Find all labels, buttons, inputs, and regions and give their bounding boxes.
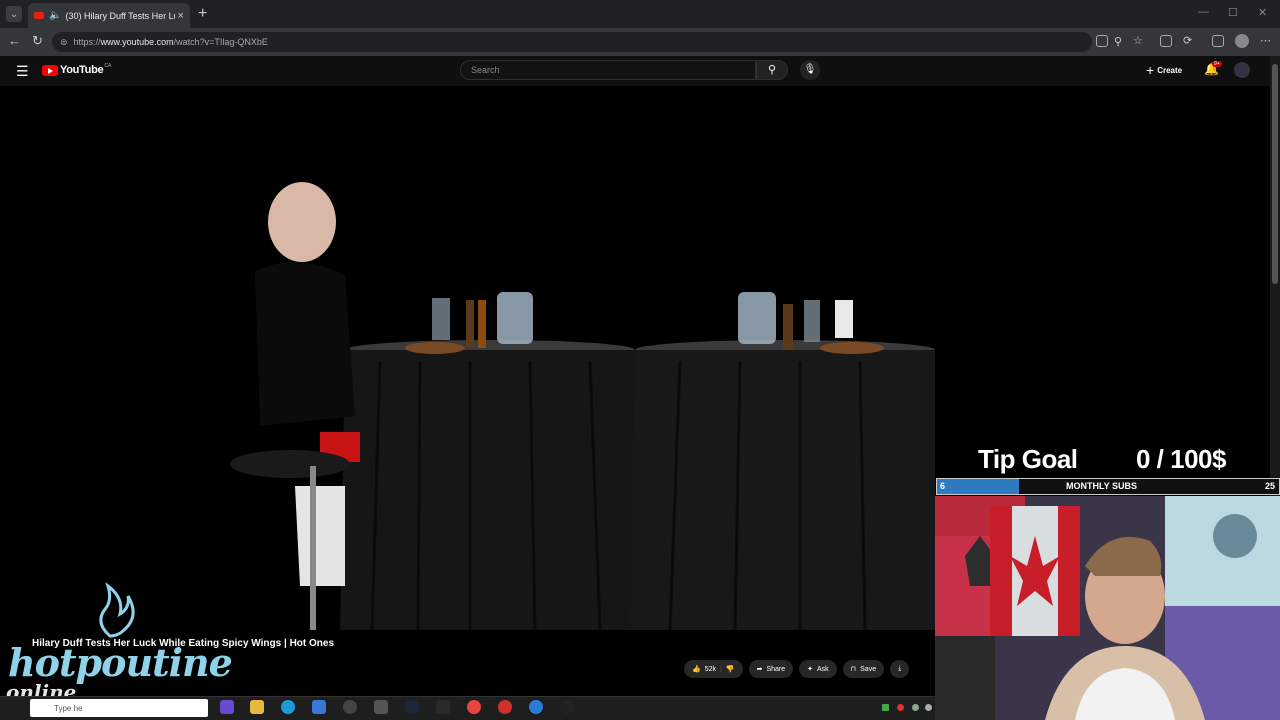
share-button[interactable]: ➦ Share	[748, 660, 794, 678]
obs-icon[interactable]	[343, 700, 357, 714]
like-button[interactable]: 👍 52k | 👎	[684, 660, 743, 678]
scrollbar-thumb[interactable]	[1272, 64, 1278, 284]
app-icon-blue-round[interactable]	[529, 700, 543, 714]
video-player[interactable]	[0, 86, 935, 630]
zoom-icon[interactable]: ⚲	[1114, 35, 1122, 48]
brand-flame-icon	[90, 582, 136, 643]
app-icon-dark[interactable]	[436, 700, 450, 714]
tab-menu-button[interactable]: ⌄	[6, 6, 22, 22]
new-tab-button[interactable]: +	[198, 5, 207, 23]
subs-current: 6	[940, 481, 946, 491]
tip-goal-label: Tip Goal	[978, 444, 1078, 474]
account-avatar[interactable]	[1234, 62, 1250, 78]
voice-search-button[interactable]: 🎙	[800, 60, 820, 80]
chrome-icon[interactable]	[467, 700, 481, 714]
webcam-feed	[935, 496, 1280, 720]
monthly-subs-progress-fill	[937, 479, 1019, 494]
tab-close-icon[interactable]: ×	[177, 10, 183, 22]
app-icon-red[interactable]	[498, 700, 512, 714]
youtube-favicon-icon	[34, 12, 44, 19]
share-label: Share	[766, 665, 786, 673]
like-count: 52k	[704, 665, 717, 673]
save-label: Save	[860, 665, 877, 673]
download-button[interactable]: ⤓	[890, 660, 910, 678]
settings-gear-icon[interactable]	[374, 700, 388, 714]
site-info-icon[interactable]: ⊜	[60, 37, 68, 48]
app-icon-ladybug[interactable]	[560, 700, 574, 714]
browser-tab[interactable]: 🔈 (30) Hilary Duff Tests Her Luck ×	[28, 3, 190, 28]
bookmark-icon: ⊓	[850, 666, 857, 673]
video-frame-scene	[230, 182, 935, 630]
microphone-icon: 🎙	[803, 64, 817, 75]
plus-icon: +	[1146, 62, 1155, 78]
like-divider: |	[720, 665, 722, 673]
tab-title: (30) Hilary Duff Tests Her Luck	[65, 10, 176, 21]
search-input[interactable]: Search	[460, 60, 756, 80]
close-window-icon[interactable]: ✕	[1258, 6, 1267, 19]
more-menu-icon[interactable]: ⋯	[1260, 34, 1271, 47]
maximize-icon[interactable]: ☐	[1228, 6, 1238, 19]
back-icon[interactable]: ←	[8, 33, 21, 48]
share-icon: ➦	[756, 666, 763, 673]
webcam-scene	[935, 496, 1280, 720]
tray-green-icon[interactable]	[912, 704, 919, 711]
favorite-star-icon[interactable]: ☆	[1133, 34, 1143, 47]
youtube-play-icon	[42, 64, 58, 76]
tray-grey-icon[interactable]	[925, 704, 932, 711]
save-button[interactable]: ⊓ Save	[842, 660, 885, 678]
create-label: Create	[1157, 65, 1183, 75]
app-install-icon[interactable]	[1096, 35, 1108, 47]
tray-nvidia-icon[interactable]	[882, 704, 889, 711]
file-explorer-icon[interactable]	[250, 700, 264, 714]
sync-icon[interactable]: ⟳	[1183, 34, 1192, 47]
speaker-icon[interactable]: 🔈	[49, 10, 61, 21]
edge-browser-icon[interactable]	[281, 700, 295, 714]
notification-badge: 9+	[1212, 61, 1222, 67]
extension-icon[interactable]	[1160, 35, 1172, 47]
thumbs-up-icon: 👍	[692, 666, 701, 673]
sparkle-icon: ✦	[807, 666, 813, 673]
hamburger-menu-icon[interactable]: ☰	[16, 63, 29, 80]
profile-avatar[interactable]	[1235, 34, 1249, 48]
minimize-icon[interactable]: —	[1198, 6, 1209, 18]
steam-icon[interactable]	[405, 700, 419, 714]
video-actions: 👍 52k | 👎 ➦ Share ✦ Ask ⊓ Save ⤓	[684, 660, 910, 678]
thumbs-down-icon[interactable]: 👎	[726, 665, 735, 673]
copilot-app-icon[interactable]	[220, 700, 234, 714]
download-icon: ⤓	[898, 665, 902, 672]
reload-icon[interactable]: ↻	[32, 33, 43, 49]
url-text: https://www.youtube.com/watch?v=TIlag-QN…	[73, 37, 268, 47]
address-bar[interactable]: ⊜ https://www.youtube.com/watch?v=TIlag-…	[52, 32, 1092, 52]
create-button[interactable]: + Create	[1146, 62, 1182, 78]
ask-label: Ask	[817, 665, 829, 673]
tip-goal-amount: 0 / 100$	[1136, 444, 1226, 474]
taskbar-search-input[interactable]: Type he	[30, 699, 208, 717]
ask-button[interactable]: ✦ Ask	[799, 660, 837, 678]
tray-red-icon[interactable]	[897, 704, 904, 711]
search-button[interactable]: ⚲	[756, 60, 788, 80]
country-code: CA	[104, 63, 112, 69]
youtube-wordmark: YouTube	[60, 64, 104, 76]
browser-tab-bar	[0, 0, 1280, 28]
app-icon-blue[interactable]	[312, 700, 326, 714]
subs-goal: 25	[1265, 481, 1276, 491]
subs-label: MONTHLY SUBS	[1066, 481, 1138, 491]
youtube-logo[interactable]: YouTube CA	[42, 63, 112, 76]
search-icon: ⚲	[767, 64, 777, 76]
extensions-puzzle-icon[interactable]	[1212, 35, 1224, 47]
video-title: Hilary Duff Tests Her Luck While Eating …	[32, 638, 335, 649]
